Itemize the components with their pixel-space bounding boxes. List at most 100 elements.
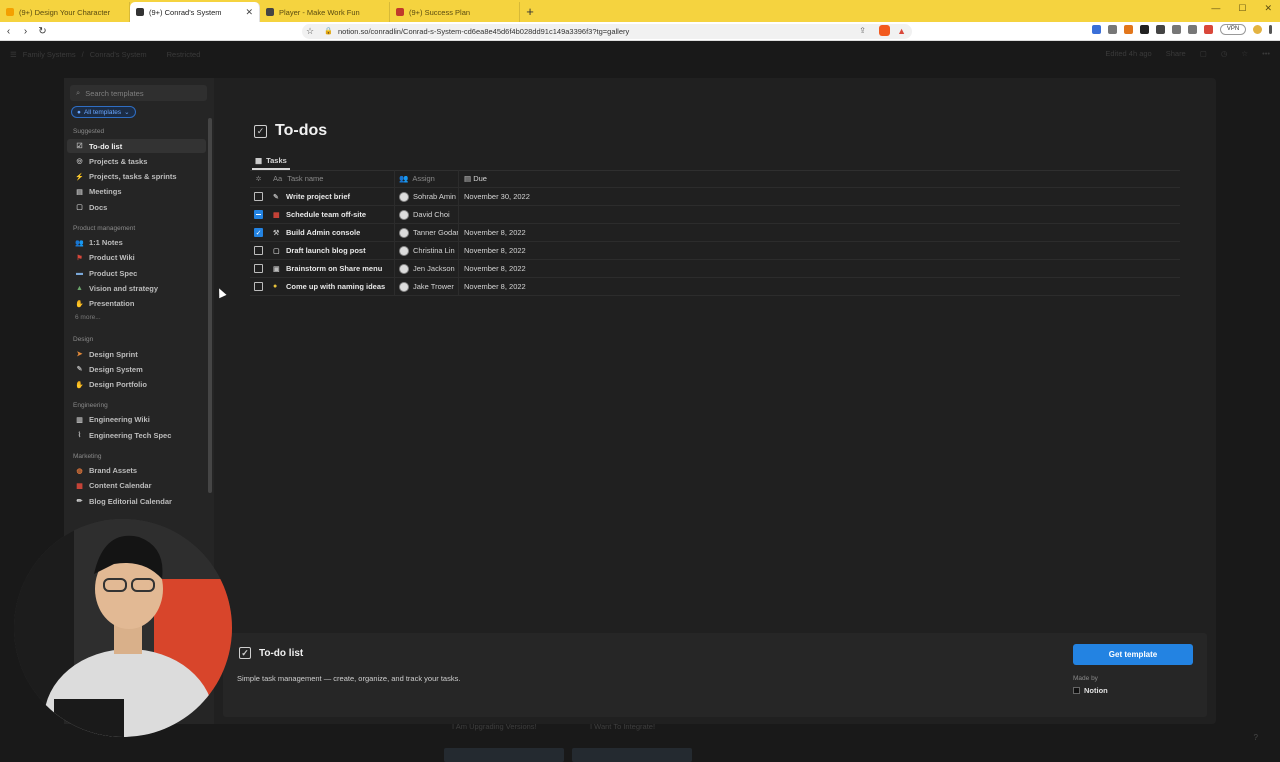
sidebar-item[interactable]: ▦ Content Calendar — [67, 479, 206, 493]
sidebar-section-title: Suggested — [73, 128, 105, 135]
brave-shield-icon[interactable] — [879, 25, 890, 36]
table-header: ✲ Aa Task name 👥 Assign ▤ Due — [250, 170, 1180, 188]
puzzle-icon[interactable] — [1156, 25, 1165, 34]
task-checkbox[interactable] — [254, 192, 263, 201]
table-row[interactable]: ▣ Brainstorm on Share menu Jen Jackson N… — [250, 260, 1180, 278]
column-header-task-name[interactable]: Task name — [287, 174, 323, 183]
sidebar-item-label: Projects & tasks — [89, 156, 148, 166]
tab-label: Tasks — [266, 155, 287, 165]
extension-icon[interactable] — [1108, 25, 1117, 34]
clock-icon[interactable]: ◷ — [1221, 49, 1228, 58]
table-row[interactable]: ✎ Write project brief Sohrab Amin Novemb… — [250, 188, 1180, 206]
profile-icon[interactable] — [1253, 25, 1262, 34]
vpn-button[interactable]: VPN — [1220, 24, 1246, 35]
browser-tab-bar: (9+) Design Your Character (9+) Conrad's… — [0, 0, 1280, 22]
show-more-link[interactable]: 6 more... — [75, 314, 101, 321]
sidebar-item[interactable]: ◎ Projects & tasks — [67, 154, 206, 168]
minimize-icon[interactable]: — — [1211, 3, 1220, 14]
sidebar-icon[interactable] — [1172, 25, 1181, 34]
assignee: David Choi — [413, 210, 450, 219]
tasks-table: ✲ Aa Task name 👥 Assign ▤ Due ✎ Write pr… — [250, 170, 1180, 296]
search-icon: ⌕ — [76, 88, 81, 97]
reload-icon[interactable]: ↻ — [34, 26, 51, 37]
spec-icon: ▬ — [76, 269, 83, 277]
avatar — [399, 245, 409, 256]
pen-icon: ✎ — [76, 366, 83, 374]
bookmark-icon[interactable]: ☆ — [306, 26, 314, 37]
more-icon[interactable]: ••• — [1262, 49, 1270, 58]
gallery-card-title: I Am Upgrading Versions! — [452, 722, 537, 731]
sidebar-item[interactable]: ▥ Engineering Wiki — [67, 413, 206, 427]
sidebar-item[interactable]: ✏ Blog Editorial Calendar — [67, 494, 206, 508]
wallet-icon[interactable] — [1204, 25, 1213, 34]
task-checkbox[interactable]: ✓ — [254, 228, 263, 237]
sidebar-scrollbar[interactable] — [208, 118, 212, 493]
browser-tab[interactable]: (9+) Design Your Character — [0, 2, 130, 22]
help-button[interactable]: ? — [1254, 733, 1258, 742]
forward-icon[interactable]: › — [17, 26, 34, 37]
column-header-due[interactable]: Due — [473, 174, 487, 183]
browser-tab[interactable]: (9+) Success Plan — [390, 2, 520, 22]
sidebar-item[interactable]: 👥 1:1 Notes — [67, 236, 206, 250]
bat-rewards-icon[interactable]: ▲ — [897, 26, 906, 36]
browser-tab[interactable]: (9+) Conrad's System ✕ — [130, 2, 260, 22]
sidebar-item[interactable]: ✋ Design Portfolio — [67, 378, 206, 392]
table-row[interactable]: ▦ Schedule team off-site David Choi — [250, 206, 1180, 224]
table-row[interactable]: ✓ ⚒ Build Admin console Tanner Godarzi N… — [250, 224, 1180, 242]
task-checkbox[interactable] — [254, 282, 263, 291]
sidebar-item[interactable]: ⌇ Engineering Tech Spec — [67, 428, 206, 442]
text-type-icon: Aa — [273, 174, 283, 183]
breadcrumb-item[interactable]: Family Systems — [23, 50, 76, 59]
favicon-icon — [6, 8, 14, 16]
sidebar-item[interactable]: ✎ Design System — [67, 362, 206, 376]
sidebar-item[interactable]: ◍ Brand Assets — [67, 464, 206, 478]
avatar — [399, 281, 409, 292]
search-input[interactable]: ⌕ Search templates — [70, 85, 207, 101]
task-checkbox[interactable] — [254, 246, 263, 255]
task-checkbox[interactable] — [254, 264, 263, 273]
extension-icon[interactable] — [1124, 25, 1133, 34]
extension-icon[interactable] — [1140, 25, 1149, 34]
playlist-icon[interactable] — [1188, 25, 1197, 34]
task-checkbox[interactable] — [254, 210, 263, 219]
assignee: Christina Lin — [413, 246, 455, 255]
share-button[interactable]: Share — [1166, 49, 1186, 58]
sidebar-item[interactable]: ▬ Product Spec — [67, 266, 206, 280]
extension-icon[interactable] — [1092, 25, 1101, 34]
person-icon: ● — [77, 108, 81, 116]
sidebar-item[interactable]: ☑ To-do list — [67, 139, 206, 153]
back-icon[interactable]: ‹ — [0, 26, 17, 37]
calendar-icon: ▦ — [273, 211, 280, 219]
author[interactable]: Notion — [1073, 686, 1108, 695]
favorite-icon[interactable]: ☆ — [1241, 49, 1248, 58]
get-template-button[interactable]: Get template — [1073, 644, 1193, 665]
sidebar-item-label: Docs — [89, 202, 108, 212]
browser-tab[interactable]: Player - Make Work Fun — [260, 2, 390, 22]
sidebar-item[interactable]: ▲ Vision and strategy — [67, 281, 206, 295]
new-tab-button[interactable]: + — [520, 2, 540, 22]
sidebar-item-label: Product Spec — [89, 268, 138, 278]
notion-menu-icon[interactable]: ☰ — [10, 50, 17, 59]
share-page-icon[interactable]: ⇪ — [859, 26, 866, 35]
table-row[interactable]: ▢ Draft launch blog post Christina Lin N… — [250, 242, 1180, 260]
close-tab-icon[interactable]: ✕ — [245, 7, 253, 18]
url-field[interactable]: ☆ 🔒 notion.so/conradlin/Conrad-s-System-… — [302, 24, 912, 39]
breadcrumb-item[interactable]: Conrad's System — [90, 50, 147, 59]
address-bar: ‹ › ↻ ☆ 🔒 notion.so/conradlin/Conrad-s-S… — [0, 22, 1280, 41]
all-templates-dropdown[interactable]: ● All templates ⌄ — [71, 106, 136, 118]
sidebar-item[interactable]: ➤ Design Sprint — [67, 347, 206, 361]
sidebar-item[interactable]: ✋ Presentation — [67, 297, 206, 311]
sidebar-item-label: Engineering Wiki — [89, 415, 150, 425]
maximize-icon[interactable]: ☐ — [1238, 3, 1246, 14]
close-window-icon[interactable]: ✕ — [1264, 3, 1272, 14]
tab-tasks[interactable]: ▦ Tasks — [252, 152, 290, 170]
sidebar-section-title: Engineering — [73, 401, 108, 409]
column-header-assign[interactable]: Assign — [412, 174, 435, 183]
sidebar-item[interactable]: ▢ Docs — [67, 200, 206, 214]
table-row[interactable]: ● Come up with naming ideas Jake Trower … — [250, 278, 1180, 296]
sidebar-item[interactable]: ⚑ Product Wiki — [67, 251, 206, 265]
comment-icon[interactable]: ▢ — [1200, 49, 1207, 58]
sidebar-item[interactable]: ⚡ Projects, tasks & sprints — [67, 170, 206, 184]
sidebar-item[interactable]: ▤ Meetings — [67, 185, 206, 199]
menu-icon[interactable] — [1269, 25, 1272, 34]
